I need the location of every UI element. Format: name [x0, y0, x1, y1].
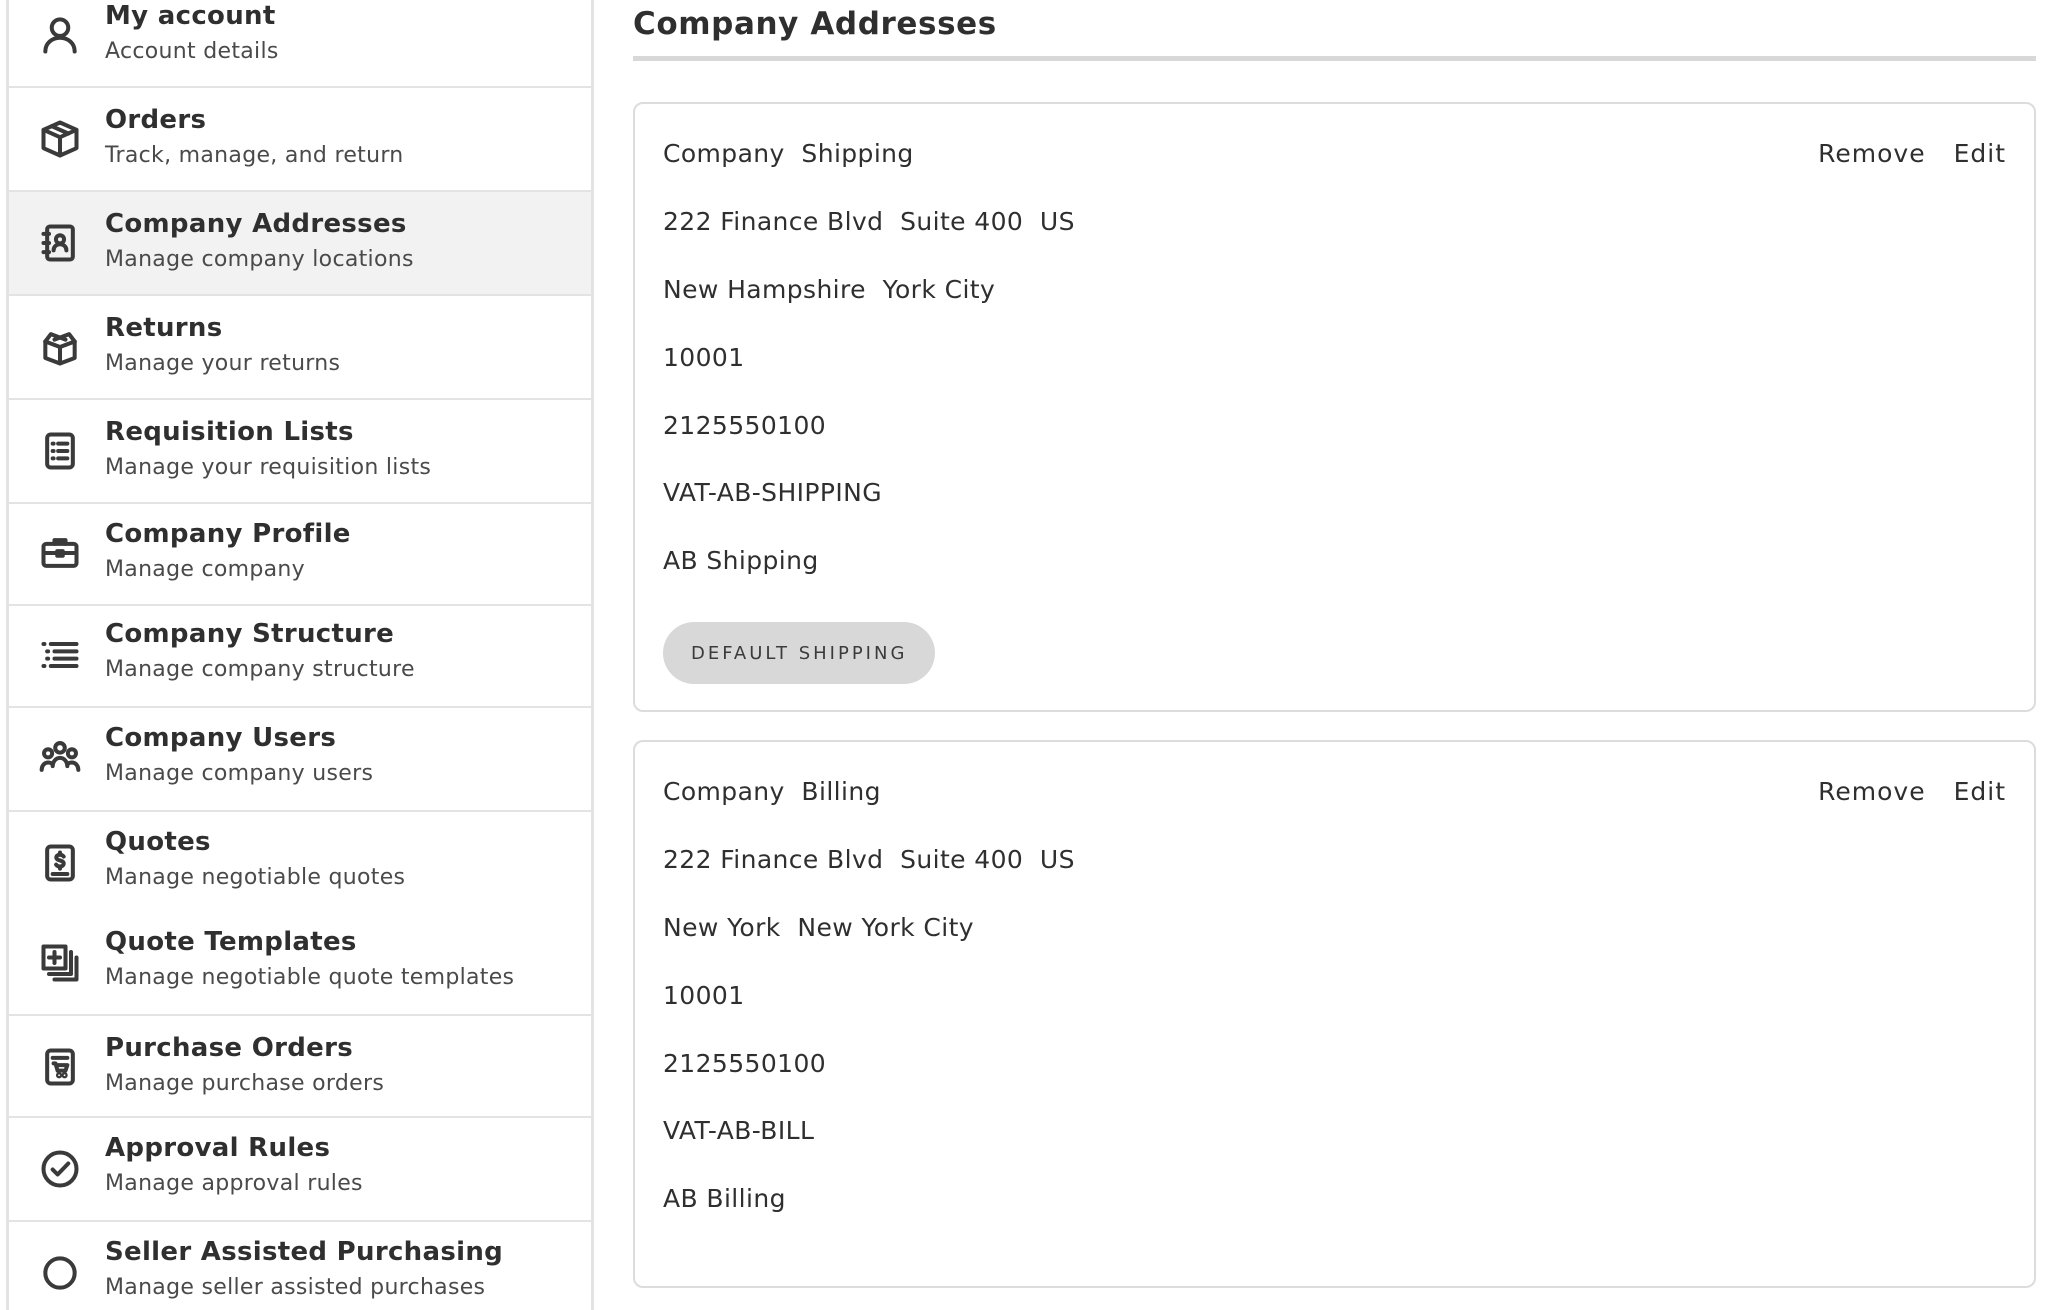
- structure-icon: [33, 628, 87, 682]
- sidebar-item-purchase-orders[interactable]: Purchase Orders Manage purchase orders: [9, 1016, 591, 1118]
- sidebar-item-title: Company Profile: [105, 519, 351, 549]
- address-name: Company Shipping: [663, 138, 914, 168]
- sidebar-item-approval-rules[interactable]: Approval Rules Manage approval rules: [9, 1118, 591, 1222]
- sidebar-item-subtitle: Track, manage, and return: [105, 143, 404, 168]
- page: My account Account details Orders Track,…: [0, 0, 2048, 1310]
- sidebar-item-subtitle: Manage company locations: [105, 247, 414, 272]
- address-region-city: New York New York City: [663, 913, 974, 942]
- sidebar-item-subtitle: Manage negotiable quotes: [105, 865, 406, 890]
- sidebar-item-title: Quotes: [105, 827, 211, 857]
- sidebar-item-subtitle: Manage company: [105, 557, 305, 582]
- sidebar-item-subtitle: Manage seller assisted purchases: [105, 1275, 486, 1300]
- address-vat: VAT-AB-BILL: [663, 1116, 815, 1145]
- sidebar-item-seller-assisted-purchasing[interactable]: Seller Assisted Purchasing Manage seller…: [9, 1222, 591, 1310]
- briefcase-icon: [33, 526, 87, 580]
- remove-address-button[interactable]: Remove: [1818, 777, 1925, 806]
- address-label: AB Shipping: [663, 546, 819, 575]
- sidebar-item-company-addresses[interactable]: Company Addresses Manage company locatio…: [9, 192, 591, 296]
- address-name: Company Billing: [663, 776, 881, 806]
- sidebar-item-quotes-group: Quotes Manage negotiable quotes Quote Te…: [9, 812, 591, 1016]
- quote-icon: [33, 836, 87, 890]
- address-card-header: Company Billing Remove Edit: [663, 770, 2006, 812]
- sidebar-item-company-profile[interactable]: Company Profile Manage company: [9, 504, 591, 606]
- page-title: Company Addresses: [633, 6, 997, 42]
- sidebar-item-title: Returns: [105, 313, 223, 343]
- address-card-billing: Company Billing Remove Edit 222 Finance …: [633, 740, 2036, 1288]
- address-vat: VAT-AB-SHIPPING: [663, 478, 883, 507]
- address-street: 222 Finance Blvd Suite 400 US: [663, 845, 1075, 874]
- purchase-order-icon: [33, 1040, 87, 1094]
- sidebar-item-subtitle: Manage company structure: [105, 657, 415, 682]
- main-content: Company Addresses Company Shipping Remov…: [633, 0, 2036, 1310]
- sidebar-item-subtitle: Manage negotiable quote templates: [105, 965, 515, 990]
- address-actions: Remove Edit: [1818, 139, 2006, 168]
- sidebar-item-subtitle: Manage your returns: [105, 351, 341, 376]
- sidebar-item-quotes[interactable]: Quotes Manage negotiable quotes: [9, 812, 591, 914]
- address-card-header: Company Shipping Remove Edit: [663, 132, 2006, 174]
- sidebar-item-company-users[interactable]: Company Users Manage company users: [9, 708, 591, 812]
- address-card-shipping: Company Shipping Remove Edit 222 Finance…: [633, 102, 2036, 712]
- sidebar-item-subtitle: Manage purchase orders: [105, 1071, 385, 1096]
- edit-address-button[interactable]: Edit: [1954, 777, 2006, 806]
- check-circle-icon: [33, 1142, 87, 1196]
- sidebar-item-title: Approval Rules: [105, 1133, 331, 1163]
- sidebar-item-company-structure[interactable]: Company Structure Manage company structu…: [9, 606, 591, 708]
- default-shipping-badge: DEFAULT SHIPPING: [663, 622, 936, 684]
- sidebar-item-title: Purchase Orders: [105, 1033, 353, 1063]
- sidebar-item-returns[interactable]: Returns Manage your returns: [9, 296, 591, 400]
- sidebar-item-title: Requisition Lists: [105, 417, 354, 447]
- quote-templates-icon: [33, 936, 87, 990]
- sidebar-item-title: Company Users: [105, 723, 337, 753]
- address-postcode: 10001: [663, 343, 745, 372]
- address-phone: 2125550100: [663, 1049, 827, 1078]
- box-icon: [33, 112, 87, 166]
- sidebar-item-requisition-lists[interactable]: Requisition Lists Manage your requisitio…: [9, 400, 591, 504]
- users-icon: [33, 730, 87, 784]
- sidebar-item-title: Orders: [105, 105, 207, 135]
- sidebar-item-title: Company Addresses: [105, 209, 407, 239]
- address-postcode: 10001: [663, 981, 745, 1010]
- account-sidebar: My account Account details Orders Track,…: [6, 0, 594, 1310]
- sidebar-item-subtitle: Manage company users: [105, 761, 374, 786]
- address-actions: Remove Edit: [1818, 777, 2006, 806]
- address-phone: 2125550100: [663, 411, 827, 440]
- address-book-icon: [33, 216, 87, 270]
- sidebar-item-title: Quote Templates: [105, 927, 357, 957]
- sidebar-item-title: Seller Assisted Purchasing: [105, 1237, 504, 1267]
- title-divider: [633, 56, 2036, 61]
- edit-address-button[interactable]: Edit: [1954, 139, 2006, 168]
- list-icon: [33, 424, 87, 478]
- address-label: AB Billing: [663, 1184, 786, 1213]
- sidebar-item-title: My account: [105, 1, 276, 31]
- sidebar-item-subtitle: Account details: [105, 39, 279, 64]
- sidebar-item-subtitle: Manage approval rules: [105, 1171, 363, 1196]
- sidebar-item-title: Company Structure: [105, 619, 395, 649]
- sidebar-item-orders[interactable]: Orders Track, manage, and return: [9, 88, 591, 192]
- user-icon: [33, 8, 87, 62]
- remove-address-button[interactable]: Remove: [1818, 139, 1925, 168]
- address-street: 222 Finance Blvd Suite 400 US: [663, 207, 1075, 236]
- address-region-city: New Hampshire York City: [663, 275, 996, 304]
- open-box-icon: [33, 320, 87, 374]
- sidebar-item-my-account[interactable]: My account Account details: [9, 0, 591, 88]
- sidebar-item-quote-templates[interactable]: Quote Templates Manage negotiable quote …: [9, 914, 591, 1016]
- sidebar-item-subtitle: Manage your requisition lists: [105, 455, 432, 480]
- circle-icon: [33, 1246, 87, 1300]
